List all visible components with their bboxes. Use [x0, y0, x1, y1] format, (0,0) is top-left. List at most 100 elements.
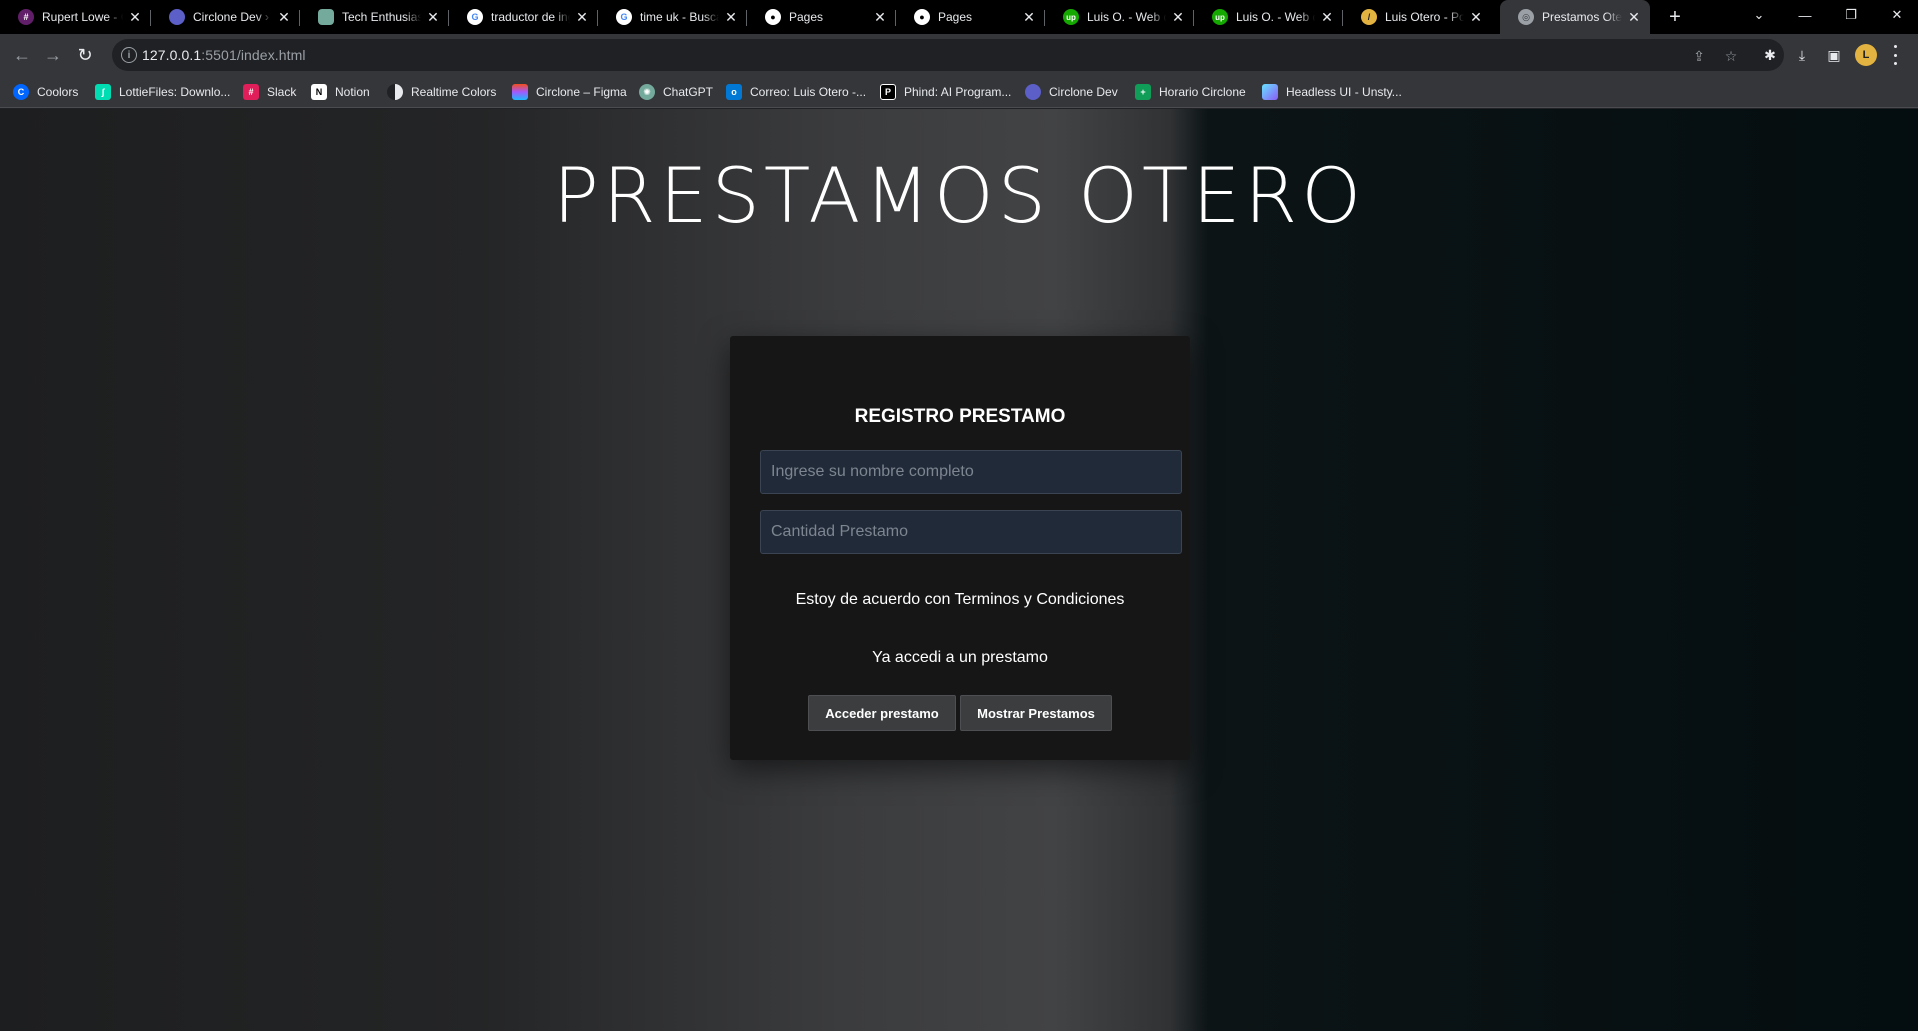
bookmark-label: Horario Circlone [1159, 85, 1246, 99]
amount-input[interactable] [760, 510, 1182, 554]
bookmark-item[interactable]: # Slack [243, 82, 296, 102]
bookmark-label: Slack [267, 85, 297, 99]
bookmark-item[interactable]: P Phind: AI Program... [880, 82, 1011, 102]
realtime-colors-icon [387, 84, 403, 100]
globe-icon: ◎ [1518, 9, 1534, 25]
bookmark-label: Coolors [37, 85, 79, 99]
tab-title: Prestamos Otero [1542, 10, 1622, 24]
lottiefiles-icon: ∫ [95, 84, 111, 100]
tab[interactable]: / Luis Otero - Portfolio ✕ [1343, 0, 1492, 34]
bookmark-item[interactable]: ∫ LottieFiles: Downlo... [95, 82, 230, 102]
minimize-icon[interactable]: — [1782, 0, 1828, 30]
tab-title: Luis O. - Web developer [1236, 10, 1315, 24]
tab[interactable]: up Luis O. - Web developer ✕ [1045, 0, 1194, 34]
new-tab-button[interactable]: + [1663, 5, 1687, 29]
form-heading: REGISTRO PRESTAMO [854, 406, 1066, 427]
tab-active[interactable]: ◎ Prestamos Otero ✕ [1500, 0, 1650, 34]
reload-icon[interactable]: ↻ [71, 41, 99, 69]
tab[interactable]: # Rupert Lowe - Circlone ✕ [0, 0, 151, 34]
download-icon[interactable]: ⤓ [1793, 46, 1811, 64]
tab-title: Circlone Dev › Agenda [193, 10, 272, 24]
chatgpt-icon [318, 9, 334, 25]
close-icon[interactable]: ✕ [425, 9, 441, 25]
bookmark-star-icon[interactable]: ☆ [1722, 47, 1740, 65]
side-panel-icon[interactable]: ▣ [1825, 46, 1843, 64]
close-icon[interactable]: ✕ [127, 9, 143, 25]
circlone-icon [1025, 84, 1041, 100]
close-icon[interactable]: ✕ [1170, 9, 1186, 25]
window-close-icon[interactable]: ✕ [1874, 0, 1918, 30]
tab-title: Pages [938, 10, 973, 24]
tab[interactable]: ● Pages ✕ [896, 0, 1045, 34]
close-icon[interactable]: ✕ [276, 9, 292, 25]
restore-icon[interactable]: ❐ [1828, 0, 1874, 30]
page-title: PRESTAMOS OTERO [552, 151, 1366, 240]
tab-title: Luis O. - Web developer [1087, 10, 1166, 24]
outlook-icon: o [726, 84, 742, 100]
browser-toolbar: ← → ↻ i 127.0.0.1:5501/index.html ⇪ ☆ ✱ … [0, 34, 1918, 76]
close-icon[interactable]: ✕ [574, 9, 590, 25]
share-icon[interactable]: ⇪ [1690, 47, 1708, 65]
profile-avatar[interactable]: L [1855, 44, 1877, 66]
show-loans-button[interactable]: Mostrar Prestamos [960, 695, 1112, 731]
google-icon: G [467, 9, 483, 25]
bookmark-label: Circlone Dev [1049, 85, 1118, 99]
extensions-icon[interactable]: ✱ [1761, 46, 1779, 64]
bookmark-label: Circlone – Figma [536, 85, 627, 99]
bookmark-item[interactable]: Realtime Colors [387, 82, 496, 102]
phind-icon: P [880, 84, 896, 100]
site-info-icon[interactable]: i [121, 47, 137, 63]
close-icon[interactable]: ✕ [1468, 9, 1484, 25]
bookmark-item[interactable]: C Coolors [13, 82, 78, 102]
bookmark-item[interactable]: Headless UI - Unsty... [1262, 82, 1402, 102]
name-input[interactable] [760, 450, 1182, 494]
submit-loan-button[interactable]: Acceder prestamo [808, 695, 956, 731]
close-icon[interactable]: ✕ [1021, 9, 1037, 25]
page-viewport: PRESTAMOS OTERO REGISTRO PRESTAMO Estoy … [0, 109, 1918, 1031]
bookmark-label: LottieFiles: Downlo... [119, 85, 231, 99]
notion-icon: N [311, 84, 327, 100]
bookmark-label: Phind: AI Program... [904, 85, 1012, 99]
tab[interactable]: G traductor de ingles ✕ [449, 0, 598, 34]
close-icon[interactable]: ✕ [723, 9, 739, 25]
tab[interactable]: Tech Enthusiast ✕ [300, 0, 449, 34]
bookmark-item[interactable]: + Horario Circlone [1135, 82, 1246, 102]
github-icon: ● [914, 9, 930, 25]
forward-icon[interactable]: → [39, 41, 67, 69]
back-icon[interactable]: ← [8, 41, 36, 69]
upwork-icon: up [1212, 9, 1228, 25]
bookmark-label: Correo: Luis Otero -... [750, 85, 867, 99]
coolors-icon: C [13, 84, 29, 100]
tab-title: Luis Otero - Portfolio [1385, 10, 1464, 24]
bookmark-label: Headless UI - Unsty... [1286, 85, 1402, 99]
tab-title: Rupert Lowe - Circlone [42, 10, 123, 24]
tab[interactable]: ● Pages ✕ [747, 0, 896, 34]
close-icon[interactable]: ✕ [872, 9, 888, 25]
bookmark-item[interactable]: ✺ ChatGPT [639, 82, 713, 102]
upwork-icon: up [1063, 9, 1079, 25]
bookmark-item[interactable]: Circlone Dev [1025, 82, 1118, 102]
tab[interactable]: G time uk - Buscar ✕ [598, 0, 747, 34]
bookmarks-bar: C Coolors ∫ LottieFiles: Downlo... # Slack … [0, 76, 1918, 108]
tab[interactable]: up Luis O. - Web developer ✕ [1194, 0, 1343, 34]
address-bar[interactable]: i 127.0.0.1:5501/index.html ⇪ ☆ [112, 39, 1784, 71]
close-icon[interactable]: ✕ [1626, 9, 1642, 25]
bookmark-item[interactable]: N Notion [311, 82, 370, 102]
terms-label[interactable]: Estoy de acuerdo con Terminos y Condicio… [730, 591, 1190, 609]
slack-icon: # [243, 84, 259, 100]
bookmark-item[interactable]: o Correo: Luis Otero -... [726, 82, 866, 102]
tab-search-icon[interactable]: ⌄ [1736, 0, 1782, 30]
slack-icon: # [18, 9, 34, 25]
loan-form-card: REGISTRO PRESTAMO Estoy de acuerdo con T… [730, 336, 1190, 760]
tab-title: Tech Enthusiast [342, 10, 421, 24]
tab-strip: # Rupert Lowe - Circlone ✕ Circlone Dev … [0, 0, 1918, 34]
url-text: 127.0.0.1:5501/index.html [142, 47, 306, 63]
portfolio-icon: / [1361, 9, 1377, 25]
tab[interactable]: Circlone Dev › Agenda ✕ [151, 0, 300, 34]
already-loan-label[interactable]: Ya accedi a un prestamo [730, 649, 1190, 667]
circlone-icon [169, 9, 185, 25]
bookmark-item[interactable]: Circlone – Figma [512, 82, 627, 102]
sheets-icon: + [1135, 84, 1151, 100]
menu-icon[interactable] [1892, 45, 1898, 65]
close-icon[interactable]: ✕ [1319, 9, 1335, 25]
